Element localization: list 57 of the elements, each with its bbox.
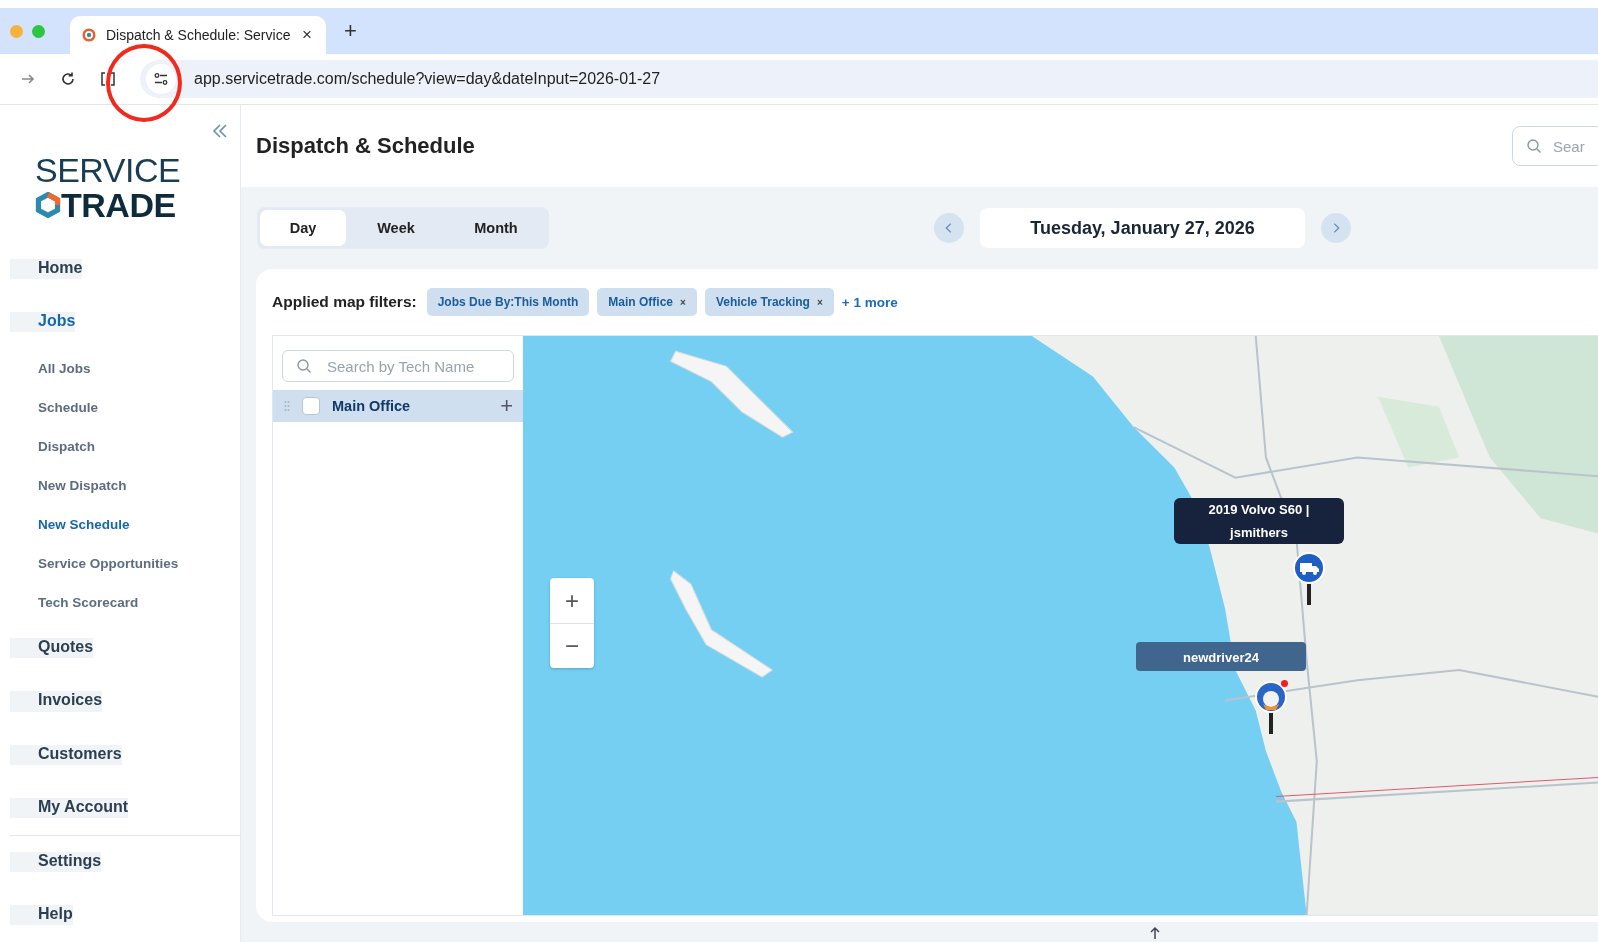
sidebar-item[interactable]: My Account: [10, 797, 129, 818]
window-zoom-dot[interactable]: [32, 24, 45, 38]
sidebar-item[interactable]: New Schedule: [10, 517, 130, 533]
filter-chip[interactable]: Main Office ×: [597, 288, 697, 316]
logo-text: TRADE: [61, 187, 176, 223]
add-button[interactable]: +: [500, 395, 513, 417]
avatar-pin-icon[interactable]: [1254, 680, 1288, 736]
group-name: Main Office: [332, 398, 412, 414]
sidebar-item[interactable]: Schedule: [10, 400, 99, 416]
reload-icon[interactable]: [60, 71, 76, 87]
split-view-icon[interactable]: [100, 71, 116, 87]
sidebar-item[interactable]: Home: [10, 259, 83, 280]
vehicle-label: 2019 Volvo S60 |: [1174, 498, 1344, 521]
sidebar-item[interactable]: Dispatch: [10, 439, 95, 455]
sidebar-item[interactable]: Customers: [10, 744, 122, 765]
filters-label: Applied map filters:: [272, 293, 417, 311]
view-tab[interactable]: Week: [346, 210, 446, 246]
filter-chip[interactable]: Jobs Due By:This Month: [426, 288, 590, 316]
new-tab-button[interactable]: +: [338, 17, 363, 45]
collapse-sidebar-icon[interactable]: [210, 123, 230, 139]
vehicle-label: jsmithers: [1174, 521, 1344, 544]
sidebar-item[interactable]: Tech Scorecard: [10, 595, 139, 611]
browser-tab[interactable]: Dispatch & Schedule: Service ×: [70, 16, 326, 54]
truck-pin-icon[interactable]: [1292, 551, 1326, 607]
filter-chip[interactable]: Vehicle Tracking ×: [704, 288, 834, 316]
sidebar-item[interactable]: All Jobs: [10, 361, 91, 377]
view-tab[interactable]: Day: [260, 210, 346, 246]
more-filters-link[interactable]: + 1 more: [841, 294, 898, 310]
hexagon-logo-icon: [35, 192, 61, 218]
tech-group-row[interactable]: Main Office +: [273, 390, 523, 422]
zoom-in-button[interactable]: +: [550, 578, 594, 623]
zoom-out-button[interactable]: −: [550, 623, 594, 668]
checkbox[interactable]: [302, 397, 320, 415]
arrow-up-icon[interactable]: [1149, 926, 1161, 940]
sidebar-item[interactable]: Help: [10, 904, 73, 925]
sidebar-item[interactable]: New Dispatch: [10, 478, 127, 494]
site-settings-icon[interactable]: [146, 64, 176, 94]
alert-dot: [1281, 680, 1288, 687]
sidebar-item[interactable]: Settings: [10, 851, 102, 872]
sidebar-item[interactable]: Invoices: [10, 691, 103, 712]
site-favicon-icon: [82, 28, 96, 42]
date-display[interactable]: Tuesday, January 27, 2026: [980, 208, 1305, 248]
address-bar[interactable]: app.servicetrade.com/schedule?view=day&dateInput=2026-01-27: [140, 60, 1598, 98]
vehicle-label: newdriver24: [1136, 642, 1306, 671]
sidebar-item[interactable]: Quotes: [10, 638, 94, 659]
tab-title: Dispatch & Schedule: Service: [106, 27, 291, 43]
window-minimize-dot[interactable]: [10, 24, 23, 38]
view-tab[interactable]: Month: [446, 210, 546, 246]
sidebar-item[interactable]: Jobs: [10, 312, 76, 333]
search-field[interactable]: Sear: [1512, 126, 1598, 166]
close-tab-button[interactable]: ×: [300, 25, 314, 45]
tech-search-field[interactable]: Search by Tech Name: [282, 350, 514, 382]
logo-text: SERVICE: [35, 153, 182, 187]
url-text: app.servicetrade.com/schedule?view=day&dateInput=2026-01-27: [194, 70, 661, 88]
page-title: Dispatch & Schedule: [256, 133, 475, 159]
drag-handle-icon[interactable]: [284, 400, 290, 412]
sidebar-item[interactable]: Service Opportunities: [10, 556, 179, 572]
